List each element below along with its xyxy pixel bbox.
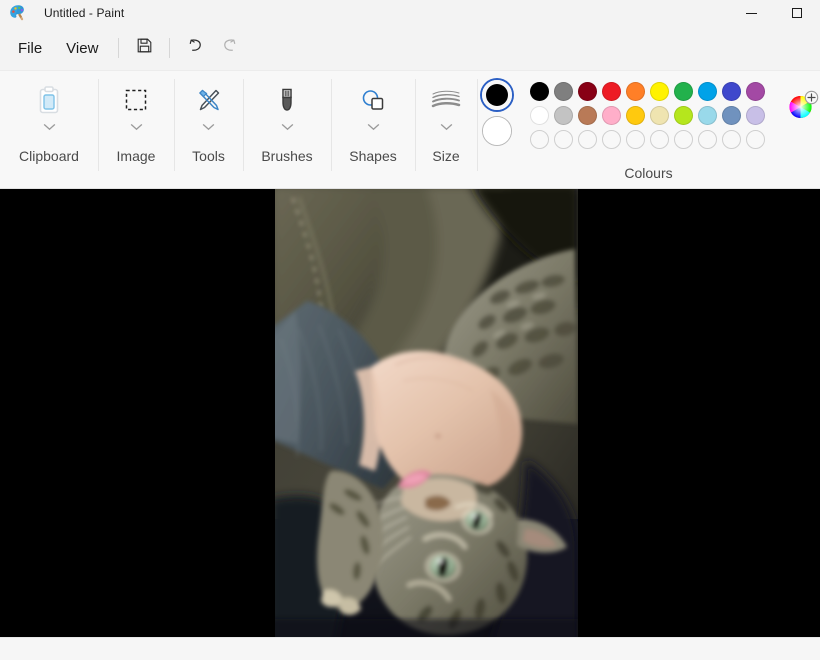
color-swatch-r2-c1[interactable] [530,106,549,125]
menu-file[interactable]: File [6,33,54,64]
color-swatch-r3-c3[interactable] [578,130,597,149]
color-swatch-r3-c2[interactable] [554,130,573,149]
chevron-down-icon [130,119,143,135]
menu-bar: File View [0,26,820,70]
color-swatch-r2-c4[interactable] [602,106,621,125]
color-swatch-r2-c8[interactable] [698,106,717,125]
ribbon-group-tools[interactable]: Tools [174,71,243,189]
color-swatch-r3-c7[interactable] [674,130,693,149]
color-swatch-r2-c9[interactable] [722,106,741,125]
secondary-color-swatch[interactable] [482,116,512,146]
color-swatch-r3-c9[interactable] [722,130,741,149]
ribbon-group-label: Shapes [349,148,396,165]
chevron-down-icon [367,119,380,135]
color-swatch-r2-c6[interactable] [650,106,669,125]
color-swatch-r1-c4[interactable] [602,82,621,101]
ribbon-group-image[interactable]: Image [98,71,174,189]
pasted-photo[interactable] [275,189,578,637]
redo-button [212,33,246,63]
color-swatch-r3-c5[interactable] [626,130,645,149]
color-swatch-r2-c2[interactable] [554,106,573,125]
menu-view[interactable]: View [54,33,110,64]
window-title: Untitled - Paint [44,6,124,20]
color-swatch-r1-c5[interactable] [626,82,645,101]
paint-window: Untitled - Paint File View [0,0,820,660]
paint-palette-icon [9,4,27,22]
canvas-area[interactable] [0,189,820,637]
ribbon-group-label: Clipboard [19,148,79,165]
primary-color-swatch[interactable] [482,80,512,110]
color-swatch-r2-c3[interactable] [578,106,597,125]
undo-arrow-icon [186,36,205,60]
color-swatch-r3-c1[interactable] [530,130,549,149]
ribbon-group-label: Image [117,148,156,165]
color-swatch-r1-c10[interactable] [746,82,765,101]
minimize-icon[interactable] [728,0,774,26]
status-bar [0,637,820,660]
chevron-down-icon [281,119,294,135]
window-controls [728,0,820,26]
chevron-down-icon [202,119,215,135]
ribbon-group-label: Tools [192,148,225,165]
color-swatch-r1-c7[interactable] [674,82,693,101]
color-swatch-r1-c2[interactable] [554,82,573,101]
redo-arrow-icon [220,36,239,60]
color-wheel-plus-icon [786,108,820,125]
color-swatch-r3-c10[interactable] [746,130,765,149]
photo-content [275,189,578,637]
color-swatch-r1-c8[interactable] [698,82,717,101]
ribbon-group-brushes[interactable]: Brushes [243,71,331,189]
color-swatch-r2-c7[interactable] [674,106,693,125]
undo-button[interactable] [178,33,212,63]
active-colors [482,79,512,146]
brush-icon [243,81,331,119]
clipboard-icon [0,81,98,119]
color-swatch-grid [528,79,768,151]
floppy-disk-icon [136,37,153,59]
color-swatch-r3-c8[interactable] [698,130,717,149]
chevron-down-icon [43,119,56,135]
color-swatch-r1-c6[interactable] [650,82,669,101]
save-button[interactable] [127,33,161,63]
colours-group-label: Colours [624,165,672,181]
selection-rectangle-icon [98,81,174,119]
color-swatch-r1-c9[interactable] [722,82,741,101]
ribbon-group-clipboard[interactable]: Clipboard [0,71,98,189]
menu-separator-2 [169,38,170,58]
color-swatch-r1-c1[interactable] [530,82,549,101]
color-swatch-r2-c10[interactable] [746,106,765,125]
color-swatch-r3-c4[interactable] [602,130,621,149]
ribbon: Clipboard Image [0,70,820,189]
color-swatch-r2-c5[interactable] [626,106,645,125]
ribbon-group-shapes[interactable]: Shapes [331,71,415,189]
title-bar: Untitled - Paint [0,0,820,26]
pencil-brush-icon [174,81,243,119]
chevron-down-icon [440,119,453,135]
maximize-icon[interactable] [774,0,820,26]
color-swatch-r1-c3[interactable] [578,82,597,101]
color-swatch-r3-c6[interactable] [650,130,669,149]
edit-colors-button[interactable] [786,87,820,121]
ribbon-group-label: Brushes [261,148,312,165]
ribbon-group-label: Size [432,148,459,165]
ribbon-group-colours: Colours [477,71,820,189]
circle-square-icon [331,81,415,119]
line-thickness-icon [415,81,477,119]
menu-separator-1 [118,38,119,58]
ribbon-group-size[interactable]: Size [415,71,477,189]
